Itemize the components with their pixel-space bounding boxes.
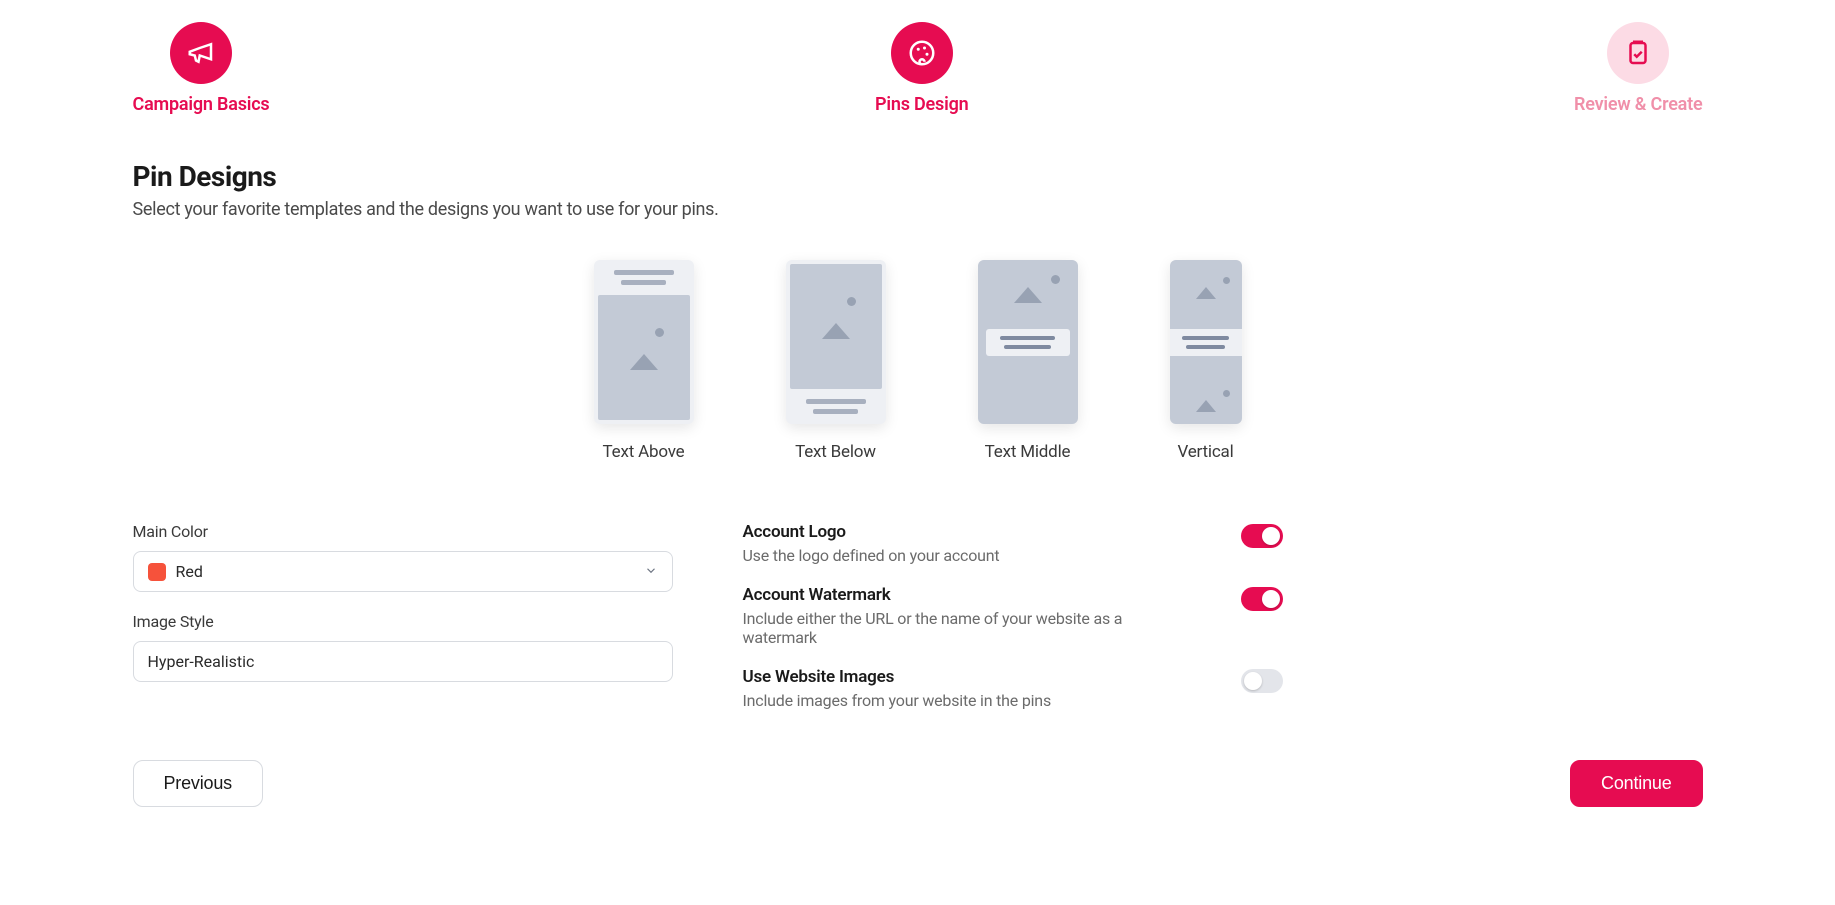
- options-form: Main Color Red Image Style Hyper-Realist…: [133, 522, 1703, 730]
- chevron-down-icon: [644, 562, 658, 581]
- option-title: Account Logo: [743, 522, 1000, 542]
- main-color-value: Red: [176, 562, 203, 581]
- toggle-use-website-images[interactable]: [1241, 669, 1283, 693]
- step-label: Pins Design: [875, 94, 968, 115]
- image-style-label: Image Style: [133, 612, 673, 631]
- main-color-select[interactable]: Red: [133, 551, 673, 592]
- template-text-above[interactable]: Text Above: [594, 260, 694, 462]
- wizard-footer: Previous Continue: [133, 760, 1703, 807]
- toggle-account-watermark[interactable]: [1241, 587, 1283, 611]
- option-title: Account Watermark: [743, 585, 1173, 605]
- option-account-watermark: Account Watermark Include either the URL…: [743, 585, 1283, 647]
- clipboard-check-icon: [1607, 22, 1669, 84]
- stepper: Campaign Basics Pins Design Review & Cre…: [133, 22, 1703, 115]
- image-style-value: Hyper-Realistic: [148, 652, 255, 671]
- template-label: Text Middle: [985, 442, 1071, 462]
- template-label: Vertical: [1177, 442, 1233, 462]
- step-review-create[interactable]: Review & Create: [1574, 22, 1702, 115]
- template-text-below[interactable]: Text Below: [786, 260, 886, 462]
- option-desc: Use the logo defined on your account: [743, 546, 1000, 565]
- megaphone-icon: [170, 22, 232, 84]
- page-subtitle: Select your favorite templates and the d…: [133, 199, 1703, 220]
- image-style-select[interactable]: Hyper-Realistic: [133, 641, 673, 682]
- continue-button[interactable]: Continue: [1570, 760, 1702, 807]
- template-text-middle[interactable]: Text Middle: [978, 260, 1078, 462]
- option-title: Use Website Images: [743, 667, 1052, 687]
- palette-icon: [891, 22, 953, 84]
- template-preview: [1170, 260, 1242, 424]
- template-gallery: Text Above Text Below Text Middle: [133, 260, 1703, 462]
- template-preview: [594, 260, 694, 424]
- toggle-account-logo[interactable]: [1241, 524, 1283, 548]
- main-color-label: Main Color: [133, 522, 673, 541]
- template-preview: [978, 260, 1078, 424]
- step-campaign-basics[interactable]: Campaign Basics: [133, 22, 270, 115]
- option-use-website-images: Use Website Images Include images from y…: [743, 667, 1283, 710]
- template-vertical[interactable]: Vertical: [1170, 260, 1242, 462]
- template-label: Text Above: [603, 442, 685, 462]
- option-account-logo: Account Logo Use the logo defined on you…: [743, 522, 1283, 565]
- template-preview: [786, 260, 886, 424]
- option-desc: Include either the URL or the name of yo…: [743, 609, 1173, 647]
- step-label: Campaign Basics: [133, 94, 270, 115]
- template-label: Text Below: [795, 442, 876, 462]
- color-swatch: [148, 563, 166, 581]
- step-label: Review & Create: [1574, 94, 1702, 115]
- step-pins-design[interactable]: Pins Design: [875, 22, 968, 115]
- previous-button[interactable]: Previous: [133, 760, 263, 807]
- page-title: Pin Designs: [133, 160, 1703, 193]
- option-desc: Include images from your website in the …: [743, 691, 1052, 710]
- page-heading: Pin Designs Select your favorite templat…: [133, 160, 1703, 220]
